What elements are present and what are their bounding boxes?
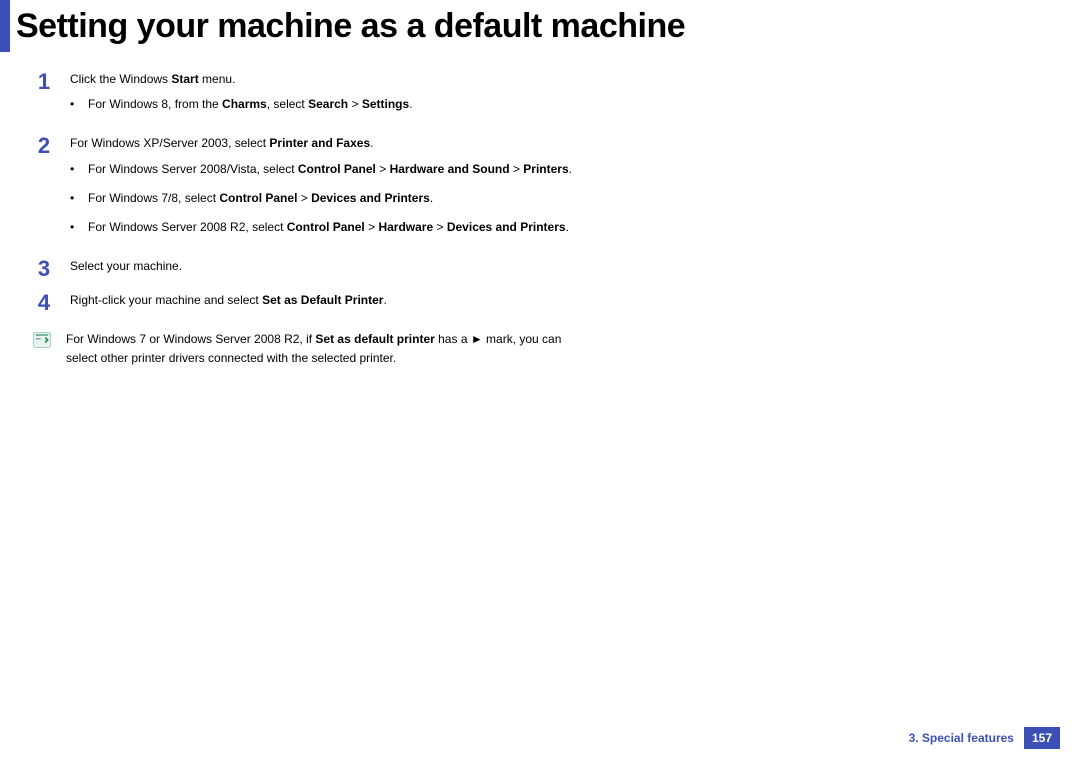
page-footer: 3. Special features 157 <box>909 727 1060 749</box>
step-line: Click the Windows Start menu. <box>70 70 592 89</box>
step-line: For Windows XP/Server 2003, select Print… <box>70 134 592 153</box>
step-number: 3 <box>32 257 56 281</box>
sub-text: For Windows Server 2008 R2, select Contr… <box>88 218 592 237</box>
sub-item: • For Windows 7/8, select Control Panel … <box>70 189 592 208</box>
sub-item: • For Windows 8, from the Charms, select… <box>70 95 592 114</box>
step-body: Right-click your machine and select Set … <box>70 291 592 314</box>
step-body: Click the Windows Start menu. • For Wind… <box>70 70 592 124</box>
step-body: For Windows XP/Server 2003, select Print… <box>70 134 592 247</box>
bullet-icon: • <box>70 95 84 114</box>
title-accent-bar <box>0 0 10 52</box>
sub-text: For Windows 8, from the Charms, select S… <box>88 95 592 114</box>
step-2: 2 For Windows XP/Server 2003, select Pri… <box>32 134 592 247</box>
step-number: 4 <box>32 291 56 315</box>
step-number: 2 <box>32 134 56 158</box>
sub-item: • For Windows Server 2008 R2, select Con… <box>70 218 592 237</box>
bullet-icon: • <box>70 189 84 208</box>
note-icon <box>32 330 52 350</box>
step-body: Select your machine. <box>70 257 592 280</box>
footer-page-number: 157 <box>1024 727 1060 749</box>
steps-content: 1 Click the Windows Start menu. • For Wi… <box>32 70 592 368</box>
note-block: For Windows 7 or Windows Server 2008 R2,… <box>32 330 592 368</box>
sub-text: For Windows Server 2008/Vista, select Co… <box>88 160 592 179</box>
step-1: 1 Click the Windows Start menu. • For Wi… <box>32 70 592 124</box>
sub-text: For Windows 7/8, select Control Panel > … <box>88 189 592 208</box>
step-line: Right-click your machine and select Set … <box>70 291 592 310</box>
footer-chapter: 3. Special features <box>909 731 1014 745</box>
bullet-icon: • <box>70 160 84 179</box>
step-4: 4 Right-click your machine and select Se… <box>32 291 592 315</box>
step-line: Select your machine. <box>70 257 592 276</box>
sub-item: • For Windows Server 2008/Vista, select … <box>70 160 592 179</box>
step-number: 1 <box>32 70 56 94</box>
bullet-icon: • <box>70 218 84 237</box>
note-text: For Windows 7 or Windows Server 2008 R2,… <box>66 330 592 368</box>
step-3: 3 Select your machine. <box>32 257 592 281</box>
page-title: Setting your machine as a default machin… <box>16 7 685 46</box>
